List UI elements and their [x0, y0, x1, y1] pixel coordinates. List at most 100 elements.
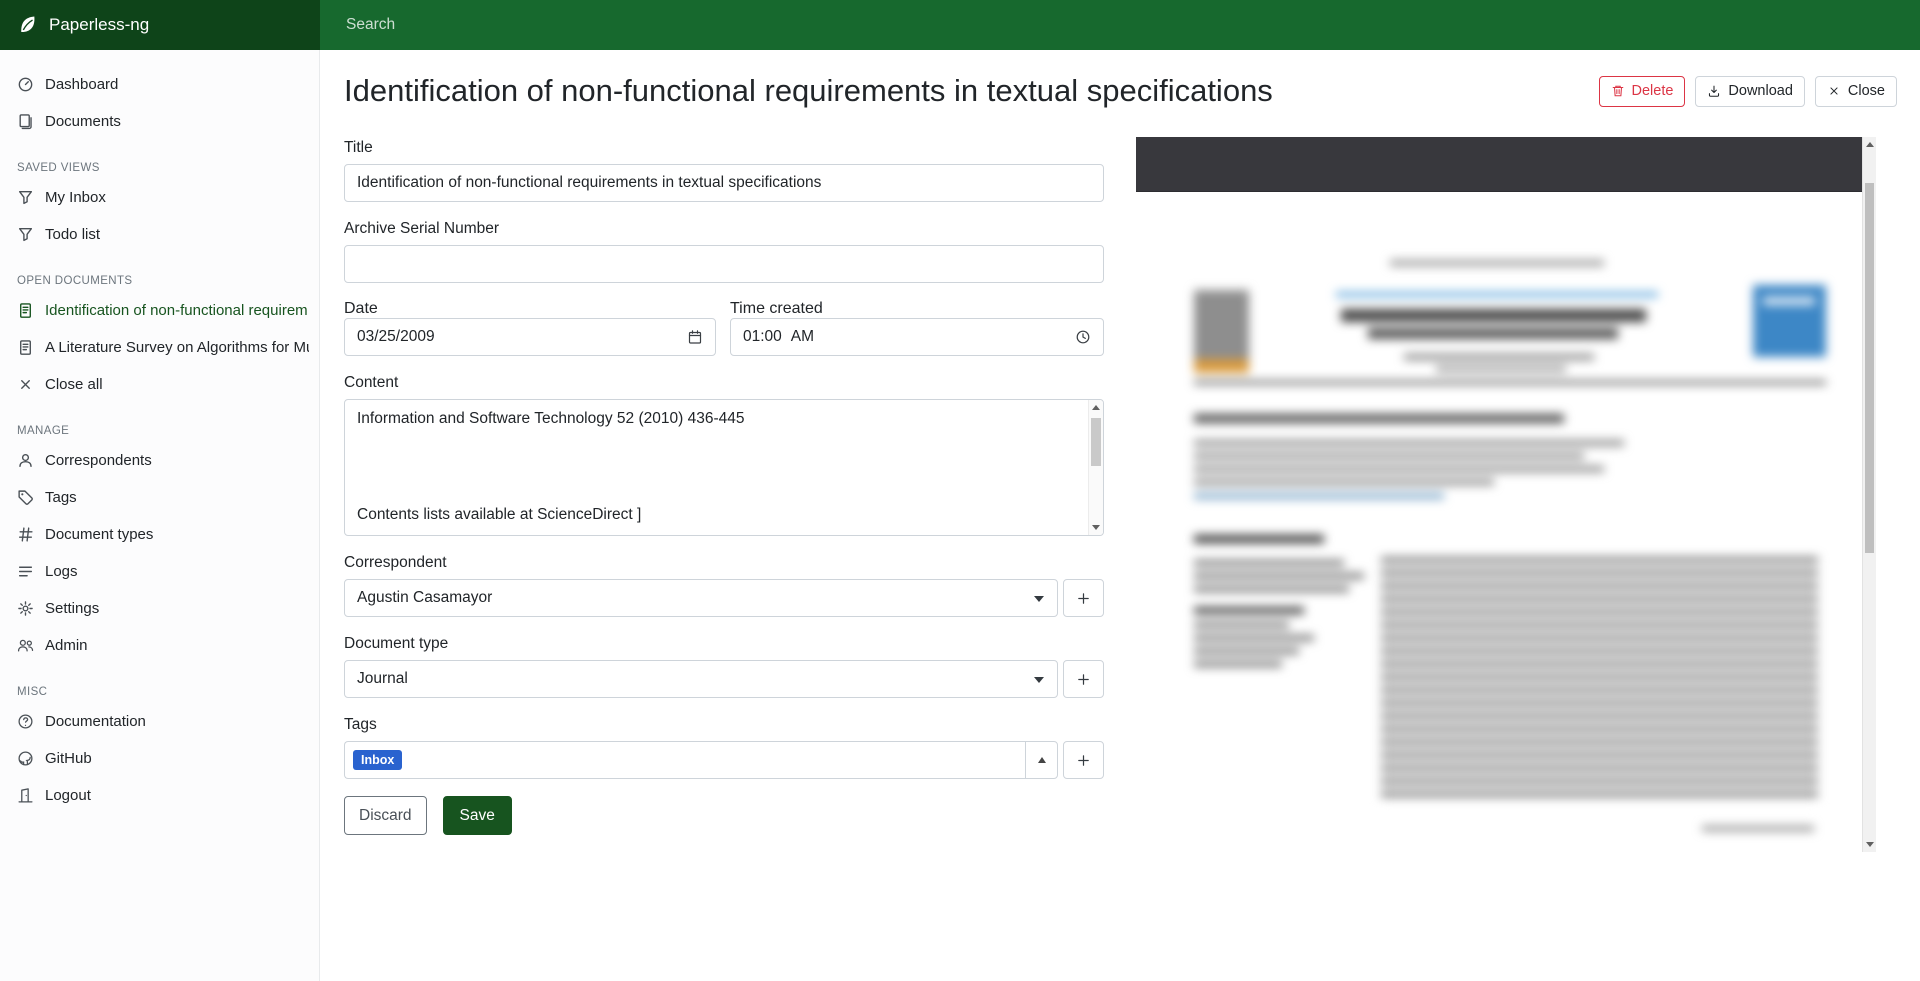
- plus-icon: [1076, 672, 1091, 687]
- pdf-page-blurred-content: [1136, 192, 1862, 852]
- tags-label: Tags: [344, 715, 1104, 734]
- content-label: Content: [344, 373, 1104, 392]
- funnel-icon: [17, 226, 34, 243]
- title-label: Title: [344, 138, 1104, 157]
- person-icon: [17, 452, 34, 469]
- add-tag-button[interactable]: [1063, 741, 1104, 779]
- list-icon: [17, 563, 34, 580]
- files-icon: [17, 113, 34, 130]
- sidebar-item-document-types[interactable]: Document types: [0, 516, 319, 553]
- funnel-icon: [17, 189, 34, 206]
- tags-input[interactable]: Inbox: [344, 741, 1025, 779]
- brand-name: Paperless-ng: [49, 15, 149, 35]
- close-button[interactable]: Close: [1815, 76, 1897, 107]
- gear-icon: [17, 600, 34, 617]
- plus-icon: [1076, 753, 1091, 768]
- sidebar-section-manage: MANAGE: [0, 423, 319, 439]
- sidebar-item-logs[interactable]: Logs: [0, 553, 319, 590]
- sidebar-item-documents[interactable]: Documents: [0, 103, 319, 140]
- sidebar-item-open-doc-2[interactable]: A Literature Survey on Algorithms for Mu…: [0, 329, 319, 366]
- sidebar-item-correspondents[interactable]: Correspondents: [0, 442, 319, 479]
- sidebar-item-settings[interactable]: Settings: [0, 590, 319, 627]
- save-button[interactable]: Save: [443, 796, 512, 835]
- door-icon: [17, 787, 34, 804]
- content-textarea[interactable]: Information and Software Technology 52 (…: [344, 399, 1104, 536]
- header-actions: Delete Download Close: [1599, 76, 1898, 107]
- date-label: Date: [344, 300, 378, 317]
- scroll-down-arrow-icon[interactable]: [1092, 525, 1100, 530]
- sidebar-item-my-inbox[interactable]: My Inbox: [0, 179, 319, 216]
- archive-serial-number-input[interactable]: [344, 245, 1104, 283]
- correspondent-select[interactable]: Agustin Casamayor: [344, 579, 1058, 617]
- asn-label: Archive Serial Number: [344, 219, 1104, 238]
- asn-group: Archive Serial Number: [344, 219, 1104, 283]
- download-icon: [1707, 84, 1721, 98]
- sidebar-item-tags[interactable]: Tags: [0, 479, 319, 516]
- title-input[interactable]: Identification of non-functional require…: [344, 164, 1104, 202]
- time-label: Time created: [730, 300, 823, 317]
- preview-scrollbar[interactable]: [1862, 137, 1876, 852]
- sidebar-section-open-documents: OPEN DOCUMENTS: [0, 273, 319, 289]
- github-icon: [17, 750, 34, 767]
- scroll-down-arrow-icon[interactable]: [1866, 842, 1874, 847]
- scroll-up-arrow-icon[interactable]: [1092, 405, 1100, 410]
- correspondent-label: Correspondent: [344, 553, 1104, 572]
- paperless-logo-icon: [17, 14, 39, 36]
- time-input[interactable]: 01:00 AM: [730, 318, 1104, 356]
- download-button[interactable]: Download: [1695, 76, 1805, 107]
- sidebar-item-todo-list[interactable]: Todo list: [0, 216, 319, 253]
- plus-icon: [1076, 591, 1091, 606]
- add-correspondent-button[interactable]: [1063, 579, 1104, 617]
- delete-button[interactable]: Delete: [1599, 76, 1686, 107]
- date-input[interactable]: 03/25/2009: [344, 318, 716, 356]
- speedometer-icon: [17, 76, 34, 93]
- page-title: Identification of non-functional require…: [344, 73, 1273, 109]
- tags-dropdown-toggle[interactable]: [1025, 741, 1058, 779]
- sidebar-item-close-all[interactable]: Close all: [0, 366, 319, 403]
- clock-icon[interactable]: [1075, 329, 1091, 345]
- question-circle-icon: [17, 713, 34, 730]
- sidebar-item-documentation[interactable]: Documentation: [0, 703, 319, 740]
- sidebar-item-admin[interactable]: Admin: [0, 627, 319, 664]
- content-group: Content Information and Software Technol…: [344, 373, 1104, 536]
- document-type-group: Document type Journal: [344, 634, 1104, 698]
- search-input[interactable]: Search: [346, 16, 1920, 34]
- sidebar-item-dashboard[interactable]: Dashboard: [0, 66, 319, 103]
- sidebar: Dashboard Documents SAVED VIEWS My Inbox…: [0, 50, 320, 981]
- top-navbar: Paperless-ng Search: [0, 0, 1920, 50]
- sidebar-section-saved-views: SAVED VIEWS: [0, 160, 319, 176]
- hash-icon: [17, 526, 34, 543]
- tag-icon: [17, 489, 34, 506]
- calendar-icon[interactable]: [687, 329, 703, 345]
- caret-up-icon: [1038, 753, 1046, 763]
- discard-button[interactable]: Discard: [344, 796, 427, 835]
- document-edit-form: Title Identification of non-functional r…: [344, 138, 1104, 835]
- pdf-page: [1136, 192, 1862, 852]
- content-scrollbar[interactable]: [1088, 400, 1103, 535]
- title-group: Title Identification of non-functional r…: [344, 138, 1104, 202]
- sidebar-section-misc: MISC: [0, 684, 319, 700]
- tags-group: Tags Inbox: [344, 715, 1104, 779]
- sidebar-item-logout[interactable]: Logout: [0, 777, 319, 814]
- preview-scrollbar-thumb[interactable]: [1865, 183, 1874, 553]
- pdf-preview: [1136, 137, 1876, 852]
- add-document-type-button[interactable]: [1063, 660, 1104, 698]
- sidebar-item-github[interactable]: GitHub: [0, 740, 319, 777]
- time-group: Time created 01:00 AM: [730, 300, 1104, 356]
- date-time-row: Date 03/25/2009 Time created 01:00 AM: [344, 300, 1104, 356]
- date-group: Date 03/25/2009: [344, 300, 716, 356]
- scroll-up-arrow-icon[interactable]: [1866, 142, 1874, 147]
- pdf-toolbar: [1136, 137, 1862, 192]
- close-icon: [17, 376, 34, 393]
- file-text-icon: [17, 339, 34, 356]
- document-type-select[interactable]: Journal: [344, 660, 1058, 698]
- content-scrollbar-thumb[interactable]: [1091, 418, 1101, 466]
- file-text-icon: [17, 302, 34, 319]
- sidebar-item-open-doc-1[interactable]: Identification of non-functional require…: [0, 292, 319, 329]
- document-header: Identification of non-functional require…: [320, 50, 1920, 132]
- brand[interactable]: Paperless-ng: [0, 0, 320, 50]
- tag-badge-inbox[interactable]: Inbox: [353, 750, 402, 771]
- time-meridiem: AM: [791, 328, 814, 346]
- correspondent-group: Correspondent Agustin Casamayor: [344, 553, 1104, 617]
- people-icon: [17, 637, 34, 654]
